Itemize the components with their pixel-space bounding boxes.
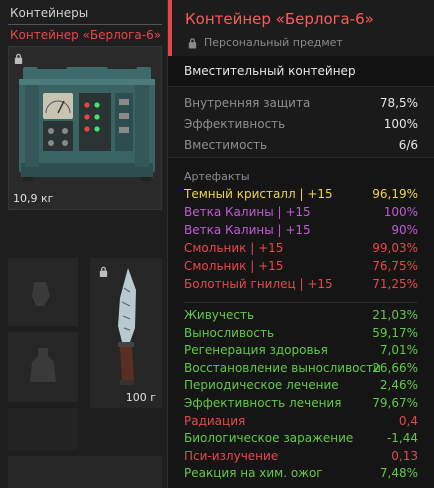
effect-row-value: 0,4 bbox=[398, 413, 418, 428]
effect-row-value: 2,46% bbox=[379, 378, 418, 393]
effect-row-value: 0,13 bbox=[391, 448, 418, 463]
item-tooltip: Контейнер «Берлога-6» Персональный предм… bbox=[167, 0, 434, 488]
artifact-row-label: Ветка Калины | +15 bbox=[184, 223, 311, 237]
container-item-card[interactable]: 10,9 кг bbox=[8, 46, 162, 210]
artifact-row-value: 96,19% bbox=[372, 187, 418, 201]
effect-row-label: Периодическое лечение bbox=[184, 378, 339, 393]
slot-placeholder-icon bbox=[32, 282, 50, 306]
effect-row-label: Восстановление выносливости bbox=[184, 360, 381, 375]
effect-row-value: 26,66% bbox=[372, 360, 418, 375]
divider bbox=[184, 302, 418, 303]
artifact-row: Смольник | +15 76,75% bbox=[184, 259, 418, 275]
artifact-row-label: Смольник | +15 bbox=[184, 241, 284, 255]
inventory-panel: Контейнеры Контейнер «Берлога-6» 10,9 кг… bbox=[0, 0, 170, 488]
item-title: Контейнер «Берлога-6» bbox=[185, 10, 374, 28]
effect-row-label: Эффективность лечения bbox=[184, 396, 342, 410]
selected-container-name: Контейнер «Берлога-6» bbox=[10, 28, 162, 42]
knife-item-card[interactable]: 100 г bbox=[90, 258, 162, 408]
effect-row: Радиация 0,4 bbox=[184, 414, 418, 430]
effect-row: Биологическое заражение -1,44 bbox=[184, 431, 418, 447]
effect-row-label: Радиация bbox=[184, 413, 246, 428]
stat-value: 78,5% bbox=[379, 96, 418, 110]
effect-row-label: Реакция на хим. ожог bbox=[184, 466, 323, 481]
artifact-row-label: Ветка Калины | +15 bbox=[184, 205, 311, 219]
effect-row-value: 59,17% bbox=[372, 325, 418, 340]
stat-value: 6/6 bbox=[398, 138, 418, 152]
slot-placeholder-icon bbox=[30, 348, 56, 382]
artifact-row-value: 99,03% bbox=[372, 241, 418, 255]
effect-row-label: Биологическое заражение bbox=[184, 431, 354, 446]
artifact-row-label: Смольник | +15 bbox=[184, 259, 284, 273]
artifact-slot[interactable] bbox=[8, 258, 78, 326]
tooltip-header: Контейнер «Берлога-6» Персональный предм… bbox=[168, 0, 434, 56]
item-description: Вместительный контейнер bbox=[168, 56, 434, 86]
artifact-row-value: 71,25% bbox=[372, 277, 418, 291]
artifact-row: Ветка Калины | +15 100% bbox=[184, 205, 418, 221]
effect-row-label: Выносливость bbox=[184, 325, 275, 340]
stat-label: Вместимость bbox=[184, 138, 268, 152]
artifact-slot[interactable] bbox=[8, 408, 78, 450]
artifact-slot[interactable] bbox=[8, 456, 162, 488]
effect-row-value: 21,03% bbox=[372, 308, 418, 322]
knife-weight: 100 г bbox=[125, 391, 156, 404]
container-weight: 10,9 кг bbox=[13, 192, 54, 205]
effect-row-value: 7,01% bbox=[379, 343, 418, 358]
artifact-row: Смольник | +15 99,03% bbox=[184, 241, 418, 257]
item-subtitle: Персональный предмет bbox=[204, 36, 343, 49]
effect-row-label: Живучесть bbox=[184, 308, 255, 322]
divider bbox=[8, 24, 162, 25]
artifact-slot[interactable] bbox=[8, 332, 78, 402]
effect-row: Живучесть 21,03% bbox=[184, 308, 418, 324]
effect-row-label: Регенерация здоровья bbox=[184, 343, 328, 358]
effect-row: Восстановление выносливости 26,66% bbox=[184, 361, 418, 377]
effect-row: Периодическое лечение 2,46% bbox=[184, 378, 418, 394]
stat-label: Внутренняя защита bbox=[184, 96, 311, 110]
artifact-row-label: Темный кристалл | +15 bbox=[184, 187, 333, 201]
stat-label: Эффективность bbox=[184, 117, 286, 131]
artifact-row-label: Болотный гнилец | +15 bbox=[184, 277, 333, 291]
artifact-row: Темный кристалл | +15 96,19% bbox=[184, 187, 418, 203]
effect-row: Регенерация здоровья 7,01% bbox=[184, 343, 418, 359]
artifacts-heading: Артефакты bbox=[184, 170, 250, 183]
artifact-row-value: 76,75% bbox=[372, 259, 418, 273]
effect-row-value: 79,67% bbox=[372, 396, 418, 410]
effect-row: Эффективность лечения 79,67% bbox=[184, 396, 418, 412]
stat-value: 100% bbox=[383, 117, 418, 131]
effect-row: Пси-излучение 0,13 bbox=[184, 449, 418, 465]
section-title: Контейнеры bbox=[10, 6, 89, 20]
artifact-row-value: 100% bbox=[383, 205, 418, 219]
knife-image bbox=[118, 268, 136, 385]
effect-row-label: Пси-излучение bbox=[184, 448, 279, 463]
effect-row: Реакция на хим. ожог 7,48% bbox=[184, 466, 418, 482]
artifact-row: Болотный гнилец | +15 71,25% bbox=[184, 277, 418, 293]
container-image bbox=[19, 61, 155, 181]
effect-row-value: -1,44 bbox=[386, 431, 418, 446]
artifact-row: Ветка Калины | +15 90% bbox=[184, 223, 418, 239]
artifact-row-value: 90% bbox=[391, 223, 418, 237]
effect-row-value: 7,48% bbox=[379, 466, 418, 481]
effect-row: Выносливость 59,17% bbox=[184, 326, 418, 342]
lock-icon bbox=[188, 38, 197, 49]
base-stats: Внутренняя защита 78,5% Эффективность 10… bbox=[168, 86, 434, 158]
